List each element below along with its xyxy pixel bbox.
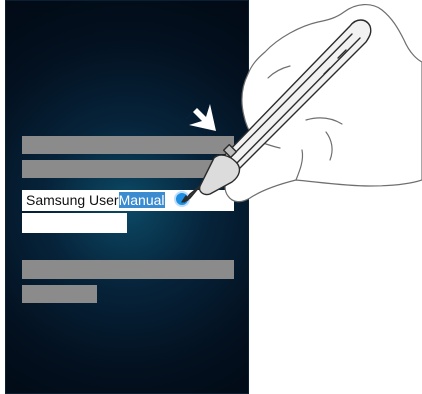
drag-arrow-icon [186, 104, 216, 131]
hand-icon [224, 4, 422, 203]
hand-and-pen-illustration [181, 4, 422, 203]
